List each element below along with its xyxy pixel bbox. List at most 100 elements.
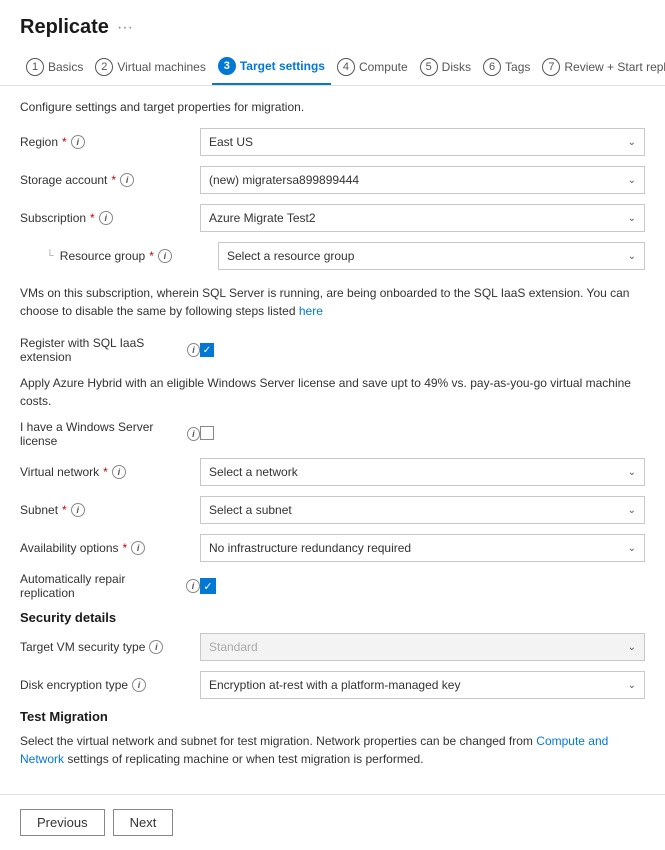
step-num-review: 7: [542, 58, 560, 76]
subscription-label-text: Subscription: [20, 211, 86, 225]
step-num-compute: 4: [337, 58, 355, 76]
test-migration-description: Select the virtual network and subnet fo…: [20, 732, 645, 768]
wizard-step-tags[interactable]: 6 Tags: [477, 50, 536, 84]
auto-repair-label: Automatically repair replication i: [20, 572, 200, 600]
target-vm-security-info-icon[interactable]: i: [149, 640, 163, 654]
page-header: Replicate ···: [0, 0, 665, 39]
chevron-down-icon: ⌄: [628, 175, 636, 186]
subnet-control: Select a subnet ⌄: [200, 496, 645, 524]
security-section-title: Security details: [20, 610, 645, 625]
storage-account-label: Storage account * i: [20, 173, 200, 187]
storage-account-row: Storage account * i (new) migratersa8998…: [20, 166, 645, 194]
resource-group-row: └ Resource group * i Select a resource g…: [20, 242, 645, 270]
resource-group-select[interactable]: Select a resource group ⌄: [218, 242, 645, 270]
subscription-control: Azure Migrate Test2 ⌄: [200, 204, 645, 232]
subscription-label: Subscription * i: [20, 211, 200, 225]
availability-options-select[interactable]: No infrastructure redundancy required ⌄: [200, 534, 645, 562]
availability-options-label: Availability options * i: [20, 541, 200, 555]
region-value: East US: [209, 135, 253, 149]
storage-control: (new) migratersa899899444 ⌄: [200, 166, 645, 194]
storage-select[interactable]: (new) migratersa899899444 ⌄: [200, 166, 645, 194]
storage-info-icon[interactable]: i: [120, 173, 134, 187]
step-label-basics: Basics: [48, 60, 83, 74]
availability-options-row: Availability options * i No infrastructu…: [20, 534, 645, 562]
auto-repair-control: [200, 578, 645, 595]
register-sql-row: Register with SQL IaaS extension i: [20, 336, 645, 364]
wizard-step-compute[interactable]: 4 Compute: [331, 50, 414, 84]
chevron-down-icon: ⌄: [628, 213, 636, 224]
subscription-select[interactable]: Azure Migrate Test2 ⌄: [200, 204, 645, 232]
availability-options-required: *: [123, 541, 128, 555]
region-select[interactable]: East US ⌄: [200, 128, 645, 156]
wizard-step-disks[interactable]: 5 Disks: [414, 50, 477, 84]
storage-value: (new) migratersa899899444: [209, 173, 359, 187]
virtual-network-info-icon[interactable]: i: [112, 465, 126, 479]
virtual-network-text: Virtual network: [20, 465, 99, 479]
next-button[interactable]: Next: [113, 809, 174, 836]
virtual-network-select[interactable]: Select a network ⌄: [200, 458, 645, 486]
subscription-required: *: [90, 211, 95, 225]
windows-license-checkbox[interactable]: [200, 426, 214, 440]
region-control: East US ⌄: [200, 128, 645, 156]
subnet-label-text: Subnet: [20, 503, 58, 517]
step-num-target: 3: [218, 57, 236, 75]
availability-options-info-icon[interactable]: i: [131, 541, 145, 555]
resource-group-control: Select a resource group ⌄: [218, 242, 645, 270]
step-num-tags: 6: [483, 58, 501, 76]
sql-link[interactable]: here: [299, 304, 323, 318]
chevron-down-icon: ⌄: [628, 543, 636, 554]
auto-repair-info-icon[interactable]: i: [186, 579, 200, 593]
register-sql-info-icon[interactable]: i: [187, 343, 200, 357]
wizard-step-basics[interactable]: 1 Basics: [20, 50, 89, 84]
auto-repair-text: Automatically repair replication: [20, 572, 182, 600]
region-required: *: [62, 135, 67, 149]
subnet-required: *: [62, 503, 67, 517]
subscription-info-icon[interactable]: i: [99, 211, 113, 225]
storage-label-text: Storage account: [20, 173, 107, 187]
step-label-compute: Compute: [359, 60, 408, 74]
subnet-value: Select a subnet: [209, 503, 292, 517]
step-num-basics: 1: [26, 58, 44, 76]
region-info-icon[interactable]: i: [71, 135, 85, 149]
resource-group-value: Select a resource group: [227, 249, 354, 263]
auto-repair-checkbox[interactable]: [200, 578, 216, 594]
virtual-network-control: Select a network ⌄: [200, 458, 645, 486]
target-vm-security-value: Standard: [209, 640, 258, 654]
subnet-select[interactable]: Select a subnet ⌄: [200, 496, 645, 524]
page-ellipsis[interactable]: ···: [117, 19, 133, 37]
storage-required: *: [111, 173, 116, 187]
test-migration-title: Test Migration: [20, 709, 645, 724]
chevron-down-icon: ⌄: [628, 642, 636, 653]
resource-group-info-icon[interactable]: i: [158, 249, 172, 263]
step-label-vm: Virtual machines: [117, 60, 206, 74]
chevron-down-icon: ⌄: [628, 251, 636, 262]
target-vm-security-row: Target VM security type i Standard ⌄: [20, 633, 645, 661]
windows-license-control: [200, 426, 645, 443]
previous-button[interactable]: Previous: [20, 809, 105, 836]
section-description: Configure settings and target properties…: [20, 100, 645, 114]
wizard-step-review[interactable]: 7 Review + Start replication: [536, 50, 665, 84]
chevron-down-icon: ⌄: [628, 505, 636, 516]
virtual-network-value: Select a network: [209, 465, 298, 479]
wizard-step-virtual-machines[interactable]: 2 Virtual machines: [89, 50, 212, 84]
availability-options-text: Availability options: [20, 541, 119, 555]
register-sql-checkbox[interactable]: [200, 343, 214, 357]
subscription-row: Subscription * i Azure Migrate Test2 ⌄: [20, 204, 645, 232]
register-sql-text: Register with SQL IaaS extension: [20, 336, 183, 364]
step-label-review: Review + Start replication: [564, 60, 665, 74]
resource-group-label-text: Resource group: [60, 249, 145, 263]
disk-encryption-info-icon[interactable]: i: [132, 678, 146, 692]
windows-license-row: I have a Windows Server license i: [20, 420, 645, 448]
target-vm-security-control: Standard ⌄: [200, 633, 645, 661]
subnet-label: Subnet * i: [20, 503, 200, 517]
disk-encryption-value: Encryption at-rest with a platform-manag…: [209, 678, 460, 692]
subnet-info-icon[interactable]: i: [71, 503, 85, 517]
wizard-step-target-settings[interactable]: 3 Target settings: [212, 49, 331, 85]
windows-license-info-icon[interactable]: i: [187, 427, 200, 441]
step-label-disks: Disks: [442, 60, 471, 74]
step-num-vm: 2: [95, 58, 113, 76]
wizard-nav: 1 Basics 2 Virtual machines 3 Target set…: [0, 39, 665, 86]
subnet-row: Subnet * i Select a subnet ⌄: [20, 496, 645, 524]
virtual-network-required: *: [103, 465, 108, 479]
auto-repair-row: Automatically repair replication i: [20, 572, 645, 600]
